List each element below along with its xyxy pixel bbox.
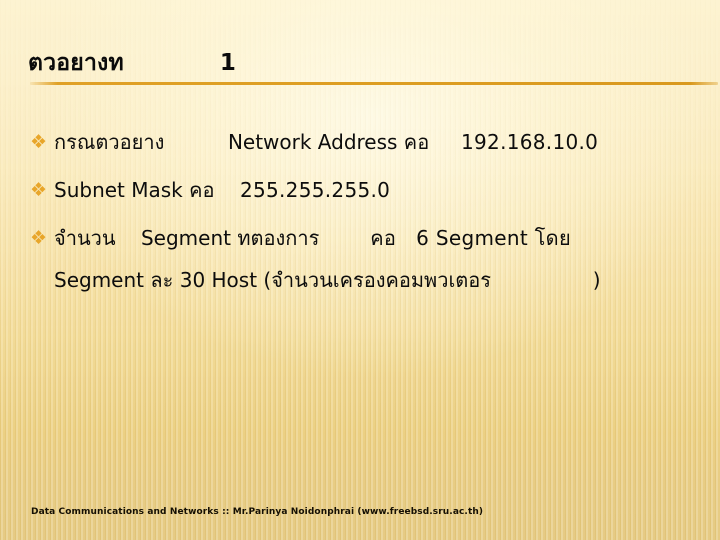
list-item-gap [164, 130, 228, 154]
list-item-connector: คอ [182, 178, 215, 202]
list-item: ❖ จำนวน Segment ทตองการ คอ 6 Segment โดย [30, 224, 706, 253]
list-item-gap2 [319, 226, 370, 250]
list-item-latin-label: Subnet Mask [54, 178, 183, 202]
diamond-cluster-bullet-icon: ❖ [30, 131, 48, 153]
slide-content: ตวอยางท 1 ❖ กรณตวอยาง Network Address คอ… [0, 0, 720, 540]
page-title: ตวอยางท [28, 50, 124, 76]
subnet-mask-value: 255.255.255.0 [239, 178, 391, 202]
list-item-body: Subnet Mask คอ 255.255.255.0 [54, 176, 706, 205]
network-address-value: 192.168.10.0 [461, 130, 599, 154]
list-item-connector: ทตองการ [230, 226, 320, 250]
page-title-number: 1 [219, 50, 236, 76]
list-item-latin-label: Network Address [227, 130, 398, 154]
slide-footer: Data Communications and Networks :: Mr.P… [31, 507, 484, 517]
list-item-connector: คอ [397, 130, 430, 154]
list-item-body: กรณตวอยาง Network Address คอ 192.168.10.… [54, 128, 706, 157]
list-item-latin-label: Segment [140, 226, 231, 250]
list-item-continuation: Segment ละ 30 Host (จำนวนเครองคอมพวเตอร … [54, 268, 601, 292]
presentation-slide: ตวอยางท 1 ❖ กรณตวอยาง Network Address คอ… [0, 0, 720, 540]
list-item-thai-label: กรณตวอยาง [54, 130, 165, 154]
list-item: ❖ Subnet Mask คอ 255.255.255.0 [30, 176, 706, 205]
list-item: ❖ กรณตวอยาง Network Address คอ 192.168.1… [30, 128, 706, 157]
diamond-cluster-bullet-icon: ❖ [30, 227, 48, 249]
title-underline-rule [30, 82, 718, 85]
slide-title-row: ตวอยางท 1 [28, 49, 692, 77]
list-item-body: จำนวน Segment ทตองการ คอ 6 Segment โดย [54, 224, 706, 253]
diamond-cluster-bullet-icon: ❖ [30, 179, 48, 201]
bullet-list: ❖ กรณตวอยาง Network Address คอ 192.168.1… [30, 128, 706, 314]
list-item-thai-label: จำนวน [54, 226, 116, 250]
list-item-gap2 [429, 130, 461, 154]
segment-count-value: คอ 6 Segment โดย [370, 226, 571, 250]
list-item-gap2 [215, 178, 240, 202]
list-item-gap [116, 226, 141, 250]
